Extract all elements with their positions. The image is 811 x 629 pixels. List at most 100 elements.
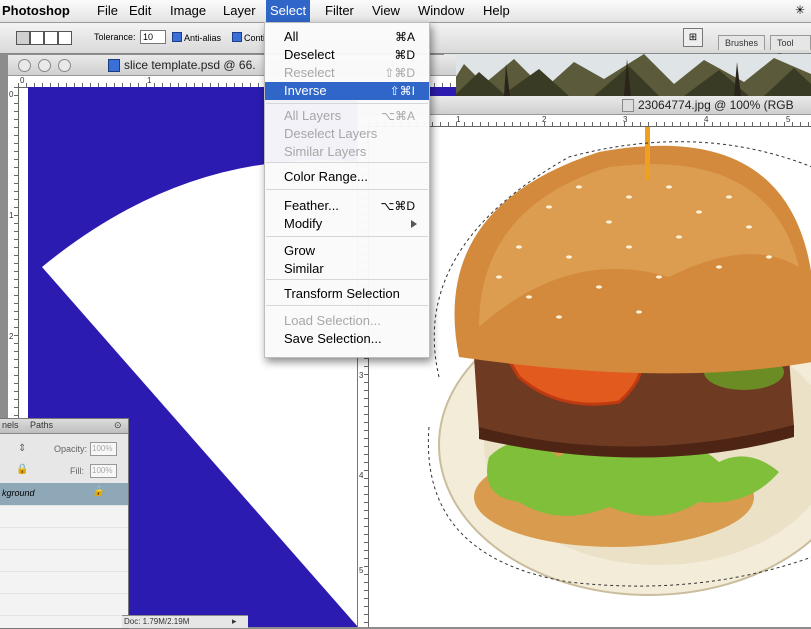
menu-item-label: All Layers bbox=[284, 108, 342, 123]
menu-image[interactable]: Image bbox=[170, 3, 206, 19]
ruler-label: 1 bbox=[147, 76, 152, 85]
fill-field[interactable]: 100% bbox=[90, 464, 117, 478]
menu-view[interactable]: View bbox=[372, 3, 400, 19]
menu-item-label: Load Selection... bbox=[284, 313, 381, 328]
menu-item-shortcut: ⌥⌘A bbox=[381, 109, 415, 123]
layer-lock-icon: 🔒 bbox=[92, 486, 105, 497]
menu-app[interactable]: Photoshop bbox=[2, 3, 70, 19]
ruler-label: 4 bbox=[359, 471, 364, 480]
ruler-label: 5 bbox=[786, 115, 791, 124]
menu-item-inverse[interactable]: Inverse ⇧⌘I bbox=[265, 82, 429, 100]
layers-list bbox=[0, 505, 128, 628]
opacity-label: Opacity: bbox=[54, 444, 88, 454]
menu-item-shortcut: ⇧⌘I bbox=[389, 84, 415, 98]
menu-separator bbox=[266, 162, 428, 163]
menu-window[interactable]: Window bbox=[418, 3, 464, 19]
ruler-label: 5 bbox=[359, 566, 364, 575]
tab-paths[interactable]: Paths bbox=[30, 420, 53, 430]
menu-select[interactable]: Select bbox=[266, 0, 311, 22]
menu-item-label: Reselect bbox=[284, 65, 335, 80]
layer-row-background[interactable]: kground 🔒 bbox=[0, 483, 128, 505]
window-title: 23064774.jpg @ 100% (RGB bbox=[638, 98, 794, 112]
menu-file[interactable]: File bbox=[97, 3, 118, 19]
menu-item-grow[interactable]: Grow bbox=[265, 242, 429, 260]
minimize-window-icon[interactable] bbox=[38, 59, 51, 72]
menu-help[interactable]: Help bbox=[483, 3, 510, 19]
tab-brushes[interactable]: Brushes bbox=[718, 35, 766, 50]
menu-item-all-layers[interactable]: All Layers ⌥⌘A bbox=[265, 107, 429, 125]
palette-menu-icon[interactable]: ⊙ bbox=[114, 420, 122, 431]
menu-item-save-selection[interactable]: Save Selection... bbox=[265, 330, 429, 348]
menu-item-label: Grow bbox=[284, 243, 316, 258]
menu-item-label: All bbox=[284, 29, 299, 44]
new-selection-icon[interactable] bbox=[16, 31, 30, 45]
antialias-label: Anti-alias bbox=[184, 33, 222, 43]
tab-tool-presets[interactable]: Tool Pre bbox=[770, 35, 811, 62]
menu-item-transform-selection[interactable]: Transform Selection bbox=[265, 285, 429, 303]
horizontal-ruler[interactable]: 1 2 3 4 5 bbox=[368, 115, 811, 127]
menu-item-shortcut: ⌥⌘D bbox=[380, 199, 416, 213]
doc-size: Doc: 1.79M/2.19M bbox=[124, 617, 190, 626]
fill-label: Fill: bbox=[70, 466, 84, 476]
menu-item-reselect[interactable]: Reselect ⇧⌘D bbox=[265, 64, 429, 82]
ruler-label: 2 bbox=[9, 332, 14, 341]
intersect-selection-icon[interactable] bbox=[58, 31, 72, 45]
menu-separator bbox=[266, 189, 428, 190]
menu-item-shortcut: ⌘D bbox=[394, 48, 415, 62]
menu-bar: Photoshop File Edit Image Layer Select F… bbox=[0, 0, 811, 23]
menu-item-color-range[interactable]: Color Range... bbox=[265, 168, 429, 186]
antialias-checkbox[interactable]: Anti-alias bbox=[172, 32, 221, 43]
menu-item-label: Feather... bbox=[284, 198, 339, 213]
menu-edit[interactable]: Edit bbox=[129, 3, 151, 19]
menu-filter[interactable]: Filter bbox=[325, 3, 354, 19]
document-icon bbox=[622, 99, 634, 112]
add-selection-icon[interactable] bbox=[30, 31, 44, 45]
trees-image bbox=[444, 54, 811, 96]
menu-item-load-selection[interactable]: Load Selection... bbox=[265, 312, 429, 330]
menu-item-label: Similar Layers bbox=[284, 144, 367, 159]
menu-item-label: Color Range... bbox=[284, 169, 368, 184]
burger-image[interactable] bbox=[369, 127, 811, 627]
menu-item-similar[interactable]: Similar bbox=[265, 260, 429, 278]
menu-separator bbox=[266, 305, 428, 306]
ruler-label: 4 bbox=[704, 115, 709, 124]
document-icon bbox=[108, 59, 120, 72]
menu-separator bbox=[266, 279, 428, 280]
menu-item-label: Deselect bbox=[284, 47, 335, 62]
menu-item-label: Transform Selection bbox=[284, 286, 400, 301]
window-title: slice template.psd @ 66. bbox=[124, 58, 256, 72]
tolerance-label: Tolerance: bbox=[94, 32, 136, 42]
subtract-selection-icon[interactable] bbox=[44, 31, 58, 45]
menu-item-feather[interactable]: Feather... ⌥⌘D bbox=[265, 197, 429, 215]
contiguous-label: Conti bbox=[244, 33, 266, 43]
menu-item-label: Deselect Layers bbox=[284, 126, 378, 141]
menu-item-deselect[interactable]: Deselect ⌘D bbox=[265, 46, 429, 64]
menu-item-all[interactable]: All ⌘A bbox=[265, 28, 429, 46]
menu-item-shortcut: ⌘A bbox=[394, 30, 415, 44]
contiguous-checkbox[interactable]: Conti bbox=[232, 32, 265, 43]
layer-name: kground bbox=[2, 488, 35, 498]
status-bar: Doc: 1.79M/2.19M ▸ bbox=[122, 615, 248, 628]
ruler-label: 1 bbox=[456, 115, 461, 124]
ruler-label: 3 bbox=[359, 371, 364, 380]
status-menu-icon[interactable]: ▸ bbox=[232, 616, 237, 627]
menu-item-deselect-layers[interactable]: Deselect Layers bbox=[265, 125, 429, 143]
submenu-arrow-icon bbox=[411, 220, 417, 228]
tab-channels[interactable]: nels bbox=[2, 420, 19, 430]
ruler-label: 0 bbox=[9, 90, 14, 99]
ruler-label: 3 bbox=[623, 115, 628, 124]
close-window-icon[interactable] bbox=[18, 59, 31, 72]
menu-item-modify[interactable]: Modify bbox=[265, 215, 429, 233]
palette-well-icon[interactable]: ⊞ bbox=[683, 28, 703, 47]
lock-icon[interactable]: 🔒 bbox=[16, 464, 28, 475]
opacity-field[interactable]: 100% bbox=[90, 442, 117, 456]
stepper-icon[interactable]: ⇕ bbox=[18, 443, 26, 454]
menu-layer[interactable]: Layer bbox=[223, 3, 256, 19]
tolerance-input[interactable]: 10 bbox=[140, 30, 166, 44]
checkbox-icon bbox=[172, 32, 182, 42]
spotlight-icon[interactable]: ✳ bbox=[795, 3, 805, 17]
menu-separator bbox=[266, 103, 428, 104]
menu-item-similar-layers[interactable]: Similar Layers bbox=[265, 143, 429, 161]
zoom-window-icon[interactable] bbox=[58, 59, 71, 72]
menu-item-shortcut: ⇧⌘D bbox=[384, 66, 415, 80]
